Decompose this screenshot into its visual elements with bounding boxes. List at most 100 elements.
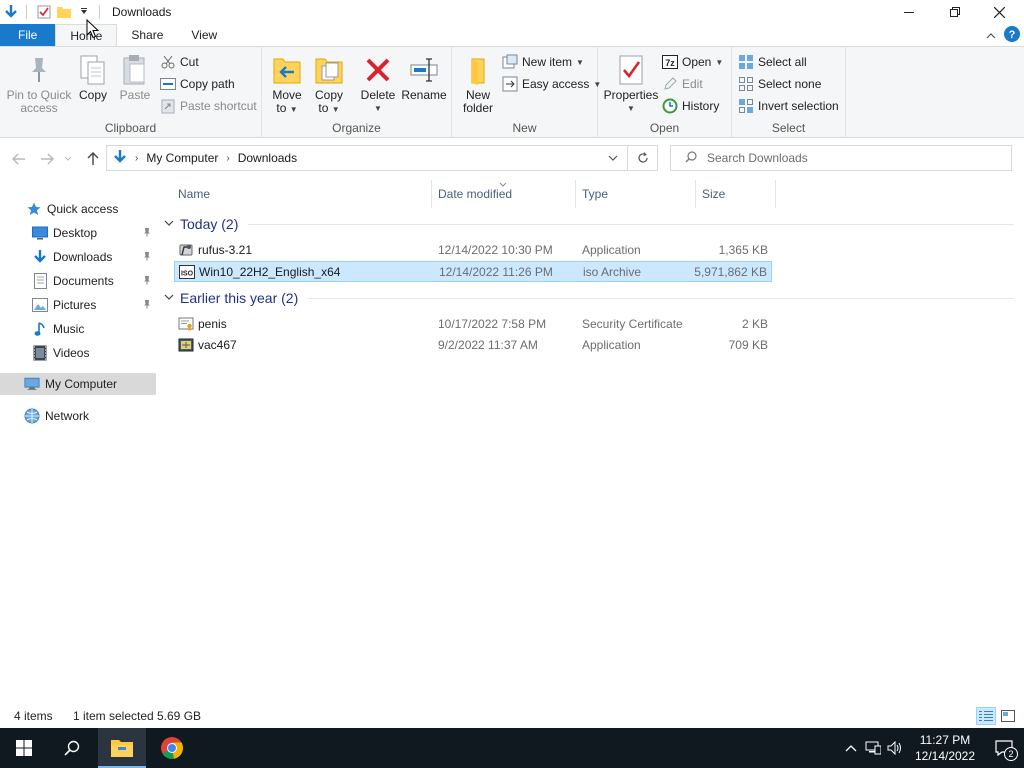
pin-icon[interactable] bbox=[142, 275, 152, 288]
pin-to-quick-access-button[interactable]: Pin to Quick access bbox=[6, 53, 72, 115]
tab-share[interactable]: Share bbox=[117, 24, 177, 46]
group-header-today[interactable]: Today (2) bbox=[164, 214, 1014, 234]
details-view-button[interactable] bbox=[976, 707, 996, 725]
copy-path-button[interactable]: Copy path bbox=[160, 74, 235, 94]
table-row[interactable]: rufus-3.21 12/14/2022 10:30 PM Applicati… bbox=[174, 240, 772, 261]
copy-path-icon bbox=[160, 76, 176, 92]
column-header-size[interactable]: Size bbox=[696, 180, 776, 208]
breadcrumb-chevron-icon[interactable]: › bbox=[135, 153, 138, 164]
clock[interactable]: 11:27 PM 12/14/2022 bbox=[906, 732, 984, 764]
address-bar[interactable]: › My Computer › Downloads bbox=[106, 145, 628, 171]
sidebar-item-downloads[interactable]: Downloads bbox=[0, 246, 156, 268]
paste-button[interactable]: Paste bbox=[116, 53, 154, 102]
cut-label: Cut bbox=[180, 55, 199, 69]
file-name: Win10_22H2_English_x64 bbox=[199, 265, 341, 279]
open-label: Open bbox=[682, 55, 712, 69]
star-icon bbox=[26, 201, 42, 217]
search-input[interactable]: Search Downloads bbox=[707, 151, 808, 165]
search-box[interactable]: Search Downloads bbox=[670, 145, 1012, 171]
sidebar-item-label: Quick access bbox=[47, 202, 119, 216]
recent-locations-chevron-icon[interactable] bbox=[62, 150, 74, 168]
help-icon[interactable]: ? bbox=[1004, 26, 1020, 45]
sidebar-item-pictures[interactable]: Pictures bbox=[0, 294, 156, 316]
new-folder-button[interactable]: New folder bbox=[460, 53, 496, 115]
delete-button[interactable]: Delete ▼ bbox=[360, 53, 396, 115]
download-icon[interactable] bbox=[2, 3, 20, 21]
restore-button[interactable] bbox=[932, 0, 978, 24]
select-all-button[interactable]: Select all bbox=[738, 52, 807, 72]
edit-button[interactable]: Edit bbox=[662, 74, 703, 94]
minimize-button[interactable] bbox=[886, 0, 932, 24]
group-label: Earlier this year (2) bbox=[180, 290, 299, 306]
table-row[interactable]: vac467 9/2/2022 11:37 AM Application 709… bbox=[174, 335, 772, 356]
up-arrow-icon[interactable] bbox=[84, 150, 102, 168]
taskbar-chrome-button[interactable] bbox=[148, 728, 196, 768]
forward-arrow-icon[interactable] bbox=[38, 150, 56, 168]
chevron-down-icon[interactable] bbox=[164, 219, 174, 230]
breadcrumb-my-computer[interactable]: My Computer bbox=[146, 151, 218, 165]
properties-icon bbox=[614, 53, 648, 87]
sidebar-item-videos[interactable]: Videos bbox=[0, 342, 156, 364]
paste-shortcut-button[interactable]: Paste shortcut bbox=[160, 96, 257, 116]
group-header-earlier-this-year[interactable]: Earlier this year (2) bbox=[164, 288, 1014, 308]
close-button[interactable] bbox=[976, 0, 1022, 24]
table-row[interactable]: ISO Win10_22H2_English_x64 12/14/2022 11… bbox=[174, 261, 772, 282]
file-type: Security Certificate bbox=[582, 317, 683, 331]
properties-icon[interactable] bbox=[35, 3, 53, 21]
chevron-down-icon[interactable] bbox=[164, 293, 174, 304]
invert-selection-button[interactable]: Invert selection bbox=[738, 96, 839, 116]
new-item-button[interactable]: New item ▼ bbox=[502, 52, 584, 72]
history-button[interactable]: History bbox=[662, 96, 719, 116]
column-header-type[interactable]: Type bbox=[576, 180, 696, 208]
pin-icon[interactable] bbox=[142, 251, 152, 264]
move-to-button[interactable]: Move to ▼ bbox=[270, 53, 304, 116]
history-label: History bbox=[682, 99, 720, 113]
copy-button[interactable]: Copy bbox=[76, 53, 110, 102]
open-button[interactable]: 7z Open ▼ bbox=[662, 52, 723, 72]
back-arrow-icon[interactable] bbox=[10, 150, 28, 168]
select-all-label: Select all bbox=[758, 55, 807, 69]
file-date: 12/14/2022 11:26 PM bbox=[439, 265, 553, 279]
sidebar-item-desktop[interactable]: Desktop bbox=[0, 222, 156, 244]
group-divider bbox=[308, 297, 1014, 299]
pin-icon[interactable] bbox=[142, 227, 152, 240]
sidebar-item-label: Music bbox=[53, 322, 85, 336]
volume-icon[interactable] bbox=[884, 728, 906, 768]
collapse-ribbon-icon[interactable] bbox=[986, 29, 996, 43]
sidebar-item-my-computer[interactable]: My Computer bbox=[0, 373, 156, 395]
tab-view[interactable]: View bbox=[177, 24, 231, 46]
column-header-name[interactable]: Name bbox=[172, 180, 432, 208]
sidebar-item-quick-access[interactable]: Quick access bbox=[0, 198, 156, 220]
rename-button[interactable]: Rename bbox=[401, 53, 447, 102]
show-hidden-icons-chevron-icon[interactable] bbox=[840, 728, 862, 768]
sidebar-item-music[interactable]: Music bbox=[0, 318, 156, 340]
separator bbox=[26, 5, 27, 19]
rename-icon bbox=[407, 53, 441, 87]
easy-access-button[interactable]: Easy access ▼ bbox=[502, 74, 601, 94]
action-center-button[interactable]: 2 bbox=[984, 728, 1024, 768]
select-none-button[interactable]: Select none bbox=[738, 74, 821, 94]
easy-access-icon bbox=[502, 76, 518, 92]
properties-button[interactable]: Properties ▼ bbox=[604, 53, 658, 115]
pin-icon[interactable] bbox=[142, 299, 152, 312]
table-row[interactable]: penis 10/17/2022 7:58 PM Security Certif… bbox=[174, 314, 772, 335]
address-dropdown-icon[interactable] bbox=[599, 146, 627, 170]
large-icons-view-button[interactable] bbox=[998, 707, 1018, 725]
cut-button[interactable]: Cut bbox=[160, 52, 199, 72]
refresh-button[interactable] bbox=[628, 145, 658, 171]
new-folder-icon[interactable] bbox=[55, 3, 73, 21]
file-type: iso Archive bbox=[583, 265, 642, 279]
start-button[interactable] bbox=[0, 728, 48, 768]
copy-to-button[interactable]: Copy to ▼ bbox=[312, 53, 346, 116]
sort-chevron-icon bbox=[499, 180, 507, 189]
network-status-icon[interactable] bbox=[862, 728, 884, 768]
sidebar-item-documents[interactable]: Documents bbox=[0, 270, 156, 292]
breadcrumb-downloads[interactable]: Downloads bbox=[238, 151, 297, 165]
breadcrumb-chevron-icon[interactable]: › bbox=[226, 153, 229, 164]
tab-file[interactable]: File bbox=[0, 24, 56, 46]
taskbar-search-button[interactable] bbox=[48, 728, 96, 768]
taskbar-file-explorer-button[interactable] bbox=[98, 728, 146, 768]
organize-group: Move to ▼ Copy to ▼ Delete ▼ Rename Orga… bbox=[262, 47, 452, 137]
edit-label: Edit bbox=[682, 77, 703, 91]
sidebar-item-network[interactable]: Network bbox=[0, 405, 156, 427]
